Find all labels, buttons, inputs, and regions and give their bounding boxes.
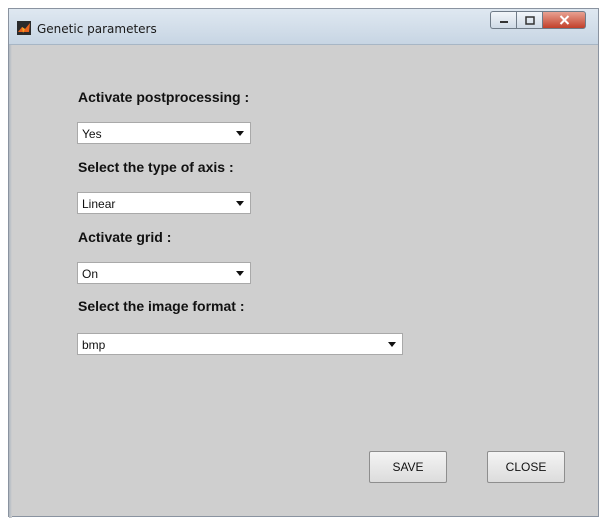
grid-value: On: [82, 267, 99, 281]
title-bar[interactable]: Genetic parameters: [9, 9, 598, 45]
image-format-value: bmp: [82, 338, 106, 352]
chevron-down-icon: [236, 271, 244, 276]
matlab-icon: [17, 21, 31, 35]
chevron-down-icon: [236, 131, 244, 136]
dialog-window: Genetic parameters Activate postprocessi…: [8, 8, 599, 518]
maximize-button[interactable]: [516, 11, 542, 29]
close-button[interactable]: CLOSE: [487, 451, 565, 483]
close-icon: [559, 15, 569, 25]
save-button[interactable]: SAVE: [369, 451, 447, 483]
window-title: Genetic parameters: [37, 22, 157, 36]
dialog-content: Activate postprocessing : Yes Select the…: [9, 45, 598, 518]
maximize-icon: [524, 15, 535, 25]
postprocessing-value: Yes: [82, 127, 102, 141]
minimize-icon: [499, 21, 508, 23]
chevron-down-icon: [236, 201, 244, 206]
axis-type-select[interactable]: Linear: [77, 192, 251, 214]
chevron-down-icon: [388, 342, 396, 347]
axis-type-value: Linear: [82, 197, 116, 211]
minimize-button[interactable]: [490, 11, 516, 29]
axis-type-label: Select the type of axis :: [78, 159, 234, 175]
image-format-label: Select the image format :: [78, 298, 245, 314]
image-format-select[interactable]: bmp: [77, 333, 403, 355]
close-window-button[interactable]: [542, 11, 586, 29]
postprocessing-select[interactable]: Yes: [77, 122, 251, 144]
postprocessing-label: Activate postprocessing :: [78, 89, 250, 105]
grid-label: Activate grid :: [78, 229, 172, 245]
window-controls: [490, 11, 586, 31]
grid-select[interactable]: On: [77, 262, 251, 284]
